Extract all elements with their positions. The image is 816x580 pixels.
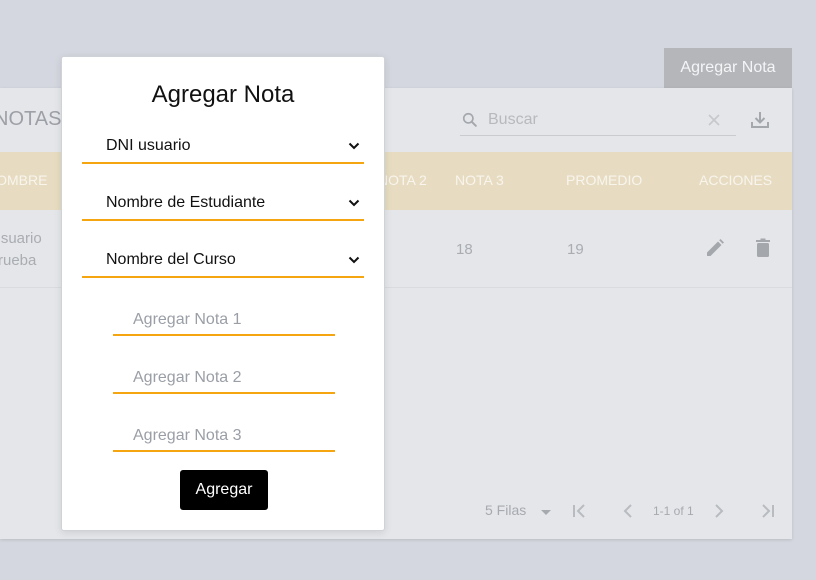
dropdown-arrow-icon[interactable] — [534, 500, 558, 524]
nota-3-input[interactable] — [113, 421, 335, 452]
column-header-nota-2[interactable]: NOTA 2 — [378, 172, 427, 188]
column-header-nombre[interactable]: NOMBRE — [0, 172, 47, 188]
column-header-nota-3[interactable]: NOTA 3 — [455, 172, 504, 188]
search-bar — [460, 106, 736, 136]
last-page-icon[interactable] — [756, 499, 780, 523]
course-select-wrapper: Nombre del Curso — [82, 243, 364, 278]
prev-page-icon[interactable] — [616, 499, 640, 523]
course-select[interactable]: Nombre del Curso — [82, 243, 364, 276]
submit-button[interactable]: Agregar — [180, 470, 268, 510]
cell-promedio: 19 — [567, 241, 584, 258]
search-icon — [462, 112, 477, 127]
next-page-icon[interactable] — [707, 499, 731, 523]
download-icon[interactable] — [748, 108, 772, 132]
table-title: NOTAS — [0, 108, 62, 130]
column-header-promedio[interactable]: PROMEDIO — [566, 172, 642, 188]
cell-name-line-2: Prueba — [0, 252, 37, 269]
search-input[interactable] — [488, 108, 698, 132]
modal-title: Agregar Nota — [151, 81, 295, 108]
rows-per-page-select[interactable]: 5 Filas — [485, 502, 526, 518]
dni-select[interactable]: DNI usuario — [82, 129, 364, 162]
pagination-range: 1-1 of 1 — [653, 504, 694, 518]
student-select[interactable]: Nombre de Estudiante — [82, 186, 364, 219]
close-icon[interactable] — [704, 110, 724, 130]
nota-1-input[interactable] — [113, 305, 335, 336]
nota-2-input[interactable] — [113, 363, 335, 394]
cell-nota-3: 18 — [456, 241, 473, 258]
add-note-button[interactable]: Agregar Nota — [664, 48, 792, 88]
first-page-icon[interactable] — [567, 499, 591, 523]
add-note-modal: Agregar Nota DNI usuario Nombre de Estud… — [61, 56, 385, 531]
edit-icon[interactable] — [703, 236, 727, 260]
column-header-acciones: ACCIONES — [699, 172, 773, 188]
dni-select-wrapper: DNI usuario — [82, 129, 364, 164]
delete-icon[interactable] — [751, 236, 775, 260]
student-select-wrapper: Nombre de Estudiante — [82, 186, 364, 221]
cell-name-line-1: Usuario — [0, 230, 42, 247]
